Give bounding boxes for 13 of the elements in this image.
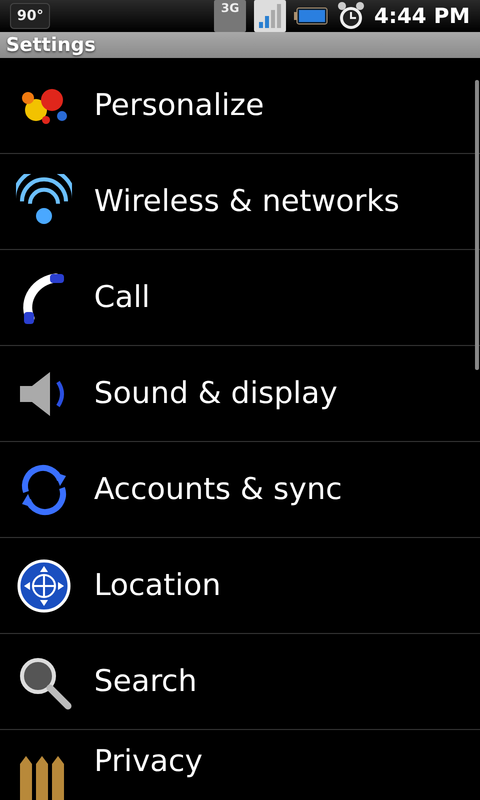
network-type-icon: 3G bbox=[214, 0, 246, 32]
globe-icon bbox=[16, 558, 72, 614]
screen-title: Settings bbox=[6, 34, 96, 56]
settings-item[interactable]: Sound & display bbox=[0, 346, 480, 442]
settings-item[interactable]: Privacy bbox=[0, 730, 480, 800]
battery-icon bbox=[294, 7, 328, 25]
settings-item[interactable]: Accounts & sync bbox=[0, 442, 480, 538]
settings-item[interactable]: Location bbox=[0, 538, 480, 634]
settings-item[interactable]: Search bbox=[0, 634, 480, 730]
signal-icon bbox=[254, 0, 286, 32]
status-time: 4:44 PM bbox=[374, 4, 470, 28]
rotation-badge: 90° bbox=[10, 3, 50, 29]
alarm-clock-icon bbox=[336, 1, 366, 31]
